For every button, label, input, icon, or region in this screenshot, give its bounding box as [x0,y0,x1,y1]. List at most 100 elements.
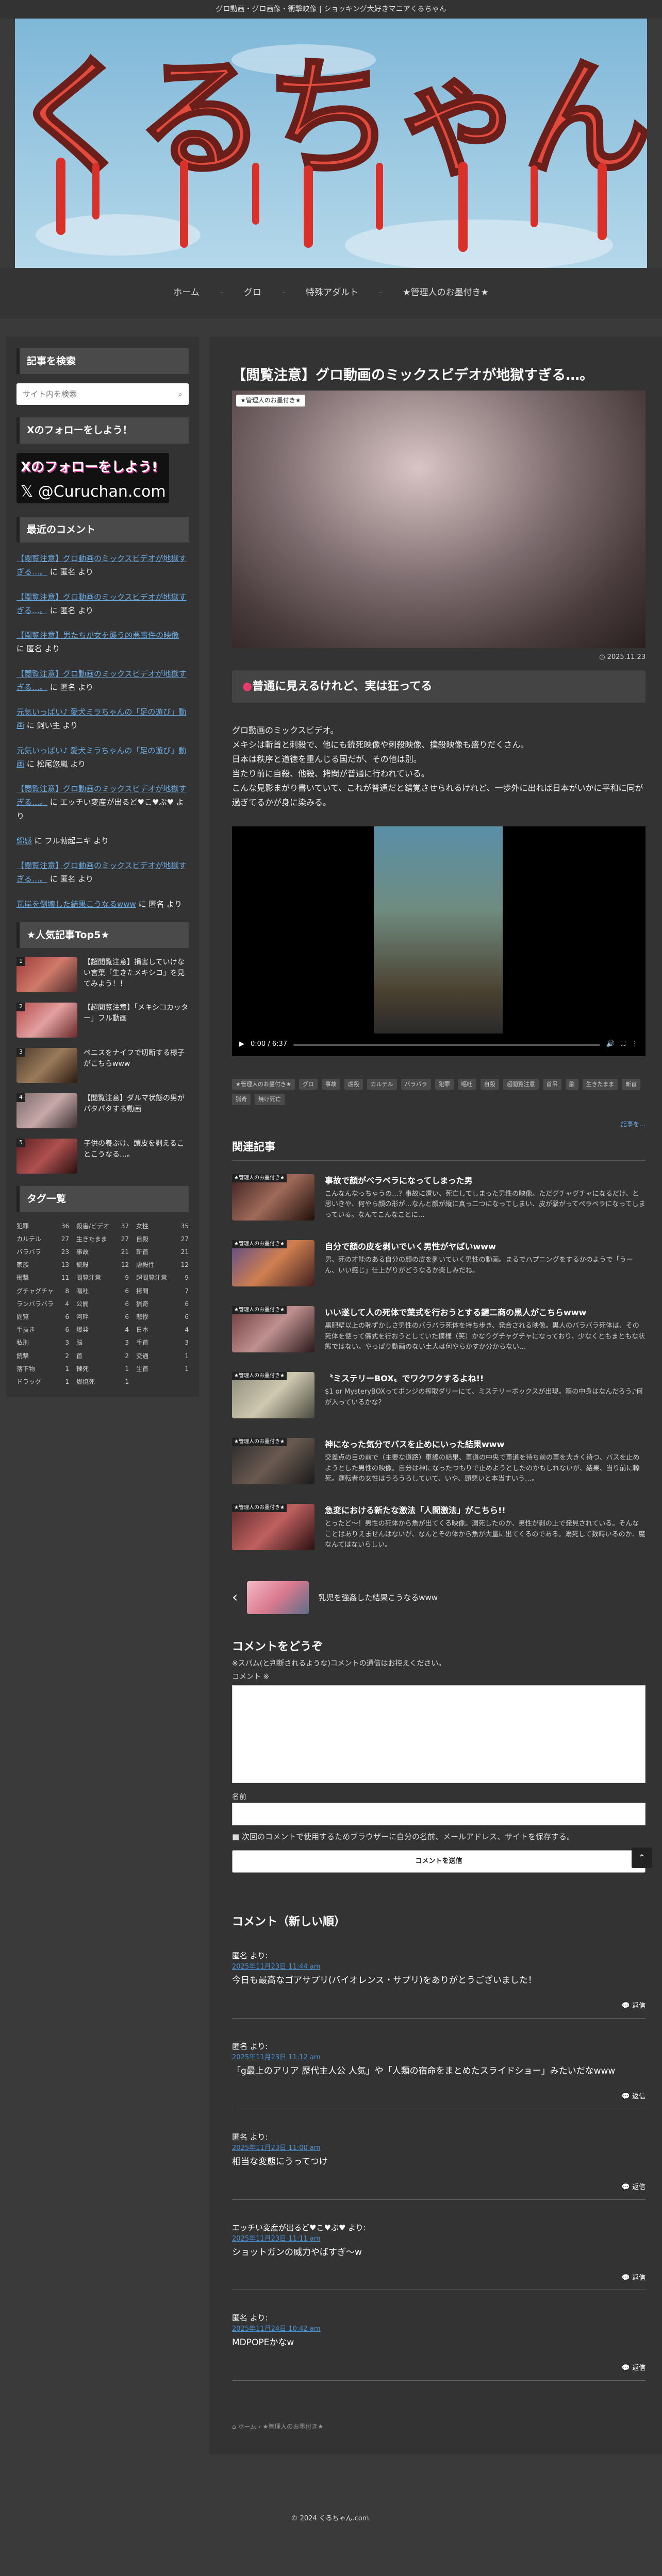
tag-name[interactable]: 衝撃 [16,1273,29,1283]
related-thumbnail[interactable]: ★管理人のお墨付き★ [232,1503,315,1550]
tag-name[interactable]: 虐殺性 [136,1260,155,1270]
post-tag[interactable]: 虐殺 [344,1078,363,1090]
tag-name[interactable]: 家族 [16,1260,29,1270]
tag-name[interactable]: 脳 [76,1338,82,1348]
popular-item[interactable]: 1 【超閲覧注意】損害していけない言葉「生きたメキシコ」を見てみよう！！ [16,957,189,993]
reply-link[interactable]: 💬 返信 [232,2273,646,2284]
more-options-icon[interactable]: ⋮ [632,1039,638,1050]
related-title[interactable]: 〝ミステリーBOX〟でワクワクするよね!! [325,1372,646,1385]
reply-icon[interactable]: 💬 [622,2364,632,2372]
related-title[interactable]: 急変における新たな激法「人間激法」がこちら!! [325,1504,646,1517]
tag-item[interactable]: バラバラ 23 [16,1247,69,1257]
post-tag[interactable]: 焼け死亡 [255,1094,285,1105]
tag-item[interactable]: グチャグチャ 8 [16,1286,69,1296]
nav-home[interactable]: ホーム [153,286,220,300]
back-to-top-button[interactable]: ⌃ [632,1848,652,1869]
tag-item[interactable]: 爆発 4 [76,1325,129,1335]
search-icon[interactable]: ⌕ [178,388,183,400]
tag-item[interactable]: 公開 6 [76,1299,129,1309]
tag-item[interactable]: 虐殺性 12 [136,1260,189,1270]
tag-item[interactable]: 悲惨 6 [136,1312,189,1322]
video-player[interactable]: ▶ 0:00 / 6:37 🔊 ⛶ ⋮ [232,826,646,1056]
tag-item[interactable]: 私刑 3 [16,1338,69,1348]
reply-icon[interactable]: 💬 [622,2002,632,2010]
popular-item[interactable]: 4 【閲覧注意】ダルマ状態の男がパタパタする動画 [16,1093,189,1129]
nav-admin-picks[interactable]: ★管理人のお墨付き★ [382,286,509,300]
tag-item[interactable]: 落下物 1 [16,1364,69,1374]
popular-title[interactable]: 子供の養ぶけ、頭皮を剥えることこうなる…。 [84,1139,189,1174]
recent-comment-link[interactable]: 【閲覧注意】グロ動画のミックスビデオが地獄すぎる…。 [16,669,187,692]
related-thumbnail[interactable]: ★管理人のお墨付き★ [232,1437,315,1484]
tag-name[interactable]: 私刑 [16,1338,29,1348]
reply-label[interactable]: 返信 [632,2093,646,2100]
tag-name[interactable]: 爆発 [76,1325,89,1335]
related-thumbnail[interactable]: ★管理人のお墨付き★ [232,1371,315,1418]
prev-post-nav[interactable]: ‹ 乳児を強姦した結果こうなるwww [232,1581,646,1614]
comment-textarea[interactable] [232,1685,646,1783]
home-icon[interactable]: ⌂ [232,2423,238,2430]
popular-thumbnail[interactable]: 1 [16,957,77,993]
video-seekbar[interactable] [293,1043,600,1046]
tag-item[interactable]: 首2 [76,1351,129,1361]
tag-item[interactable]: 燃焼死 1 [76,1377,129,1387]
post-tag[interactable]: 首吊 [542,1078,561,1090]
tag-item[interactable]: 女性 35 [136,1222,189,1231]
tag-name[interactable]: 落下物 [16,1364,35,1374]
comment-date[interactable]: 2025年11月23日 11:12 am [232,2053,646,2063]
fullscreen-icon[interactable]: ⛶ [621,1039,625,1050]
recent-comment-link[interactable]: 瓦岸を倒壊した結果こうなるwww [16,900,136,909]
tag-name[interactable]: カルテル [16,1234,41,1244]
tag-name[interactable]: 閲覧注意 [76,1273,101,1283]
post-tag[interactable]: バラバラ [401,1078,431,1090]
volume-icon[interactable]: 🔊 [606,1039,615,1050]
submit-comment-button[interactable]: コメントを送信 ⌃ [232,1848,652,1873]
tag-name[interactable]: 犯罪 [16,1222,29,1231]
reply-label[interactable]: 返信 [632,2364,646,2372]
post-tag[interactable]: 脳 [565,1078,578,1090]
related-title[interactable]: 神になった気分でバスを止めにいった結果www [325,1438,646,1451]
tag-name[interactable]: 超閲覧注意 [136,1273,167,1283]
popular-thumbnail[interactable]: 3 [16,1048,77,1083]
save-info-row[interactable]: ■ 次回のコメントで使用するためブラウザーに自分の名前、メールアドレス、サイトを… [232,1831,646,1843]
tag-item[interactable]: 銃撃 2 [16,1351,69,1361]
tag-name[interactable]: 日本 [136,1325,148,1335]
tag-name[interactable]: 燃焼死 [76,1377,95,1387]
post-tag[interactable]: 猟奇 [232,1094,251,1105]
popular-title[interactable]: 【閲覧注意】ダルマ状態の男がパタパタする動画 [84,1093,189,1128]
reply-label[interactable]: 返信 [632,2183,646,2191]
tag-name[interactable]: ドラッグ [16,1377,41,1387]
tag-name[interactable]: 斬首 [136,1247,148,1257]
prev-post-title[interactable]: 乳児を強姦した結果こうなるwww [318,1591,438,1604]
popular-title[interactable]: 【超閲覧注意】「メキシコカッター」フル動画 [84,1003,189,1038]
tag-item[interactable]: 犯罪 36 [16,1222,69,1231]
tag-name[interactable]: 殺害/ビデオ [76,1222,109,1231]
tag-name[interactable]: 手抜き [16,1325,35,1335]
tag-item[interactable]: 閲覧注意 9 [76,1273,129,1283]
post-tag[interactable]: 斬首 [622,1078,641,1090]
tag-item[interactable]: 拷問 7 [136,1286,189,1296]
tag-name[interactable]: 銃殺 [76,1260,89,1270]
tag-item[interactable]: 生きたまま 27 [76,1234,129,1244]
tag-item[interactable]: 家族 13 [16,1260,69,1270]
tag-name[interactable]: 生首 [136,1364,148,1374]
related-thumbnail[interactable]: ★管理人のお墨付き★ [232,1306,315,1352]
tag-item[interactable]: 超閲覧注意 9 [136,1273,189,1283]
category-badge[interactable]: ★管理人のお墨付き★ [236,394,305,406]
related-item[interactable]: ★管理人のお墨付き★ 急変における新たな激法「人間激法」がこちら!! とったど〜！男… [232,1503,646,1550]
popular-item[interactable]: 3 ペニスをナイフで切断する様子がこちらwww [16,1048,189,1083]
tag-item[interactable]: 猟奇 6 [136,1299,189,1309]
related-title[interactable]: 自分で顔の皮を剥いでいく男性がヤばいwww [325,1240,646,1253]
tag-item[interactable]: ドラッグ 1 [16,1377,69,1387]
tag-item[interactable]: 事故 21 [76,1247,129,1257]
comment-date[interactable]: 2025年11月23日 11:44 am [232,1962,646,1973]
tag-name[interactable]: 閲覧 [16,1312,29,1322]
tag-name[interactable]: 事故 [76,1247,89,1257]
related-title[interactable]: いい遂して人の死体で葉式を行おうとする鍵二商の黒人がこちらwww [325,1306,646,1319]
related-item[interactable]: ★管理人のお墨付き★ 自分で顔の皮を剥いでいく男性がヤばいwww 男、死の才能のある… [232,1240,646,1286]
tag-item[interactable]: 交通 1 [136,1351,189,1361]
reply-link[interactable]: 💬 返信 [232,2092,646,2103]
share-link[interactable]: 記事を… [232,1120,646,1129]
reply-icon[interactable]: 💬 [622,2183,632,2191]
popular-thumbnail[interactable]: 5 [16,1139,77,1174]
post-tag[interactable]: カルテル [367,1078,397,1090]
